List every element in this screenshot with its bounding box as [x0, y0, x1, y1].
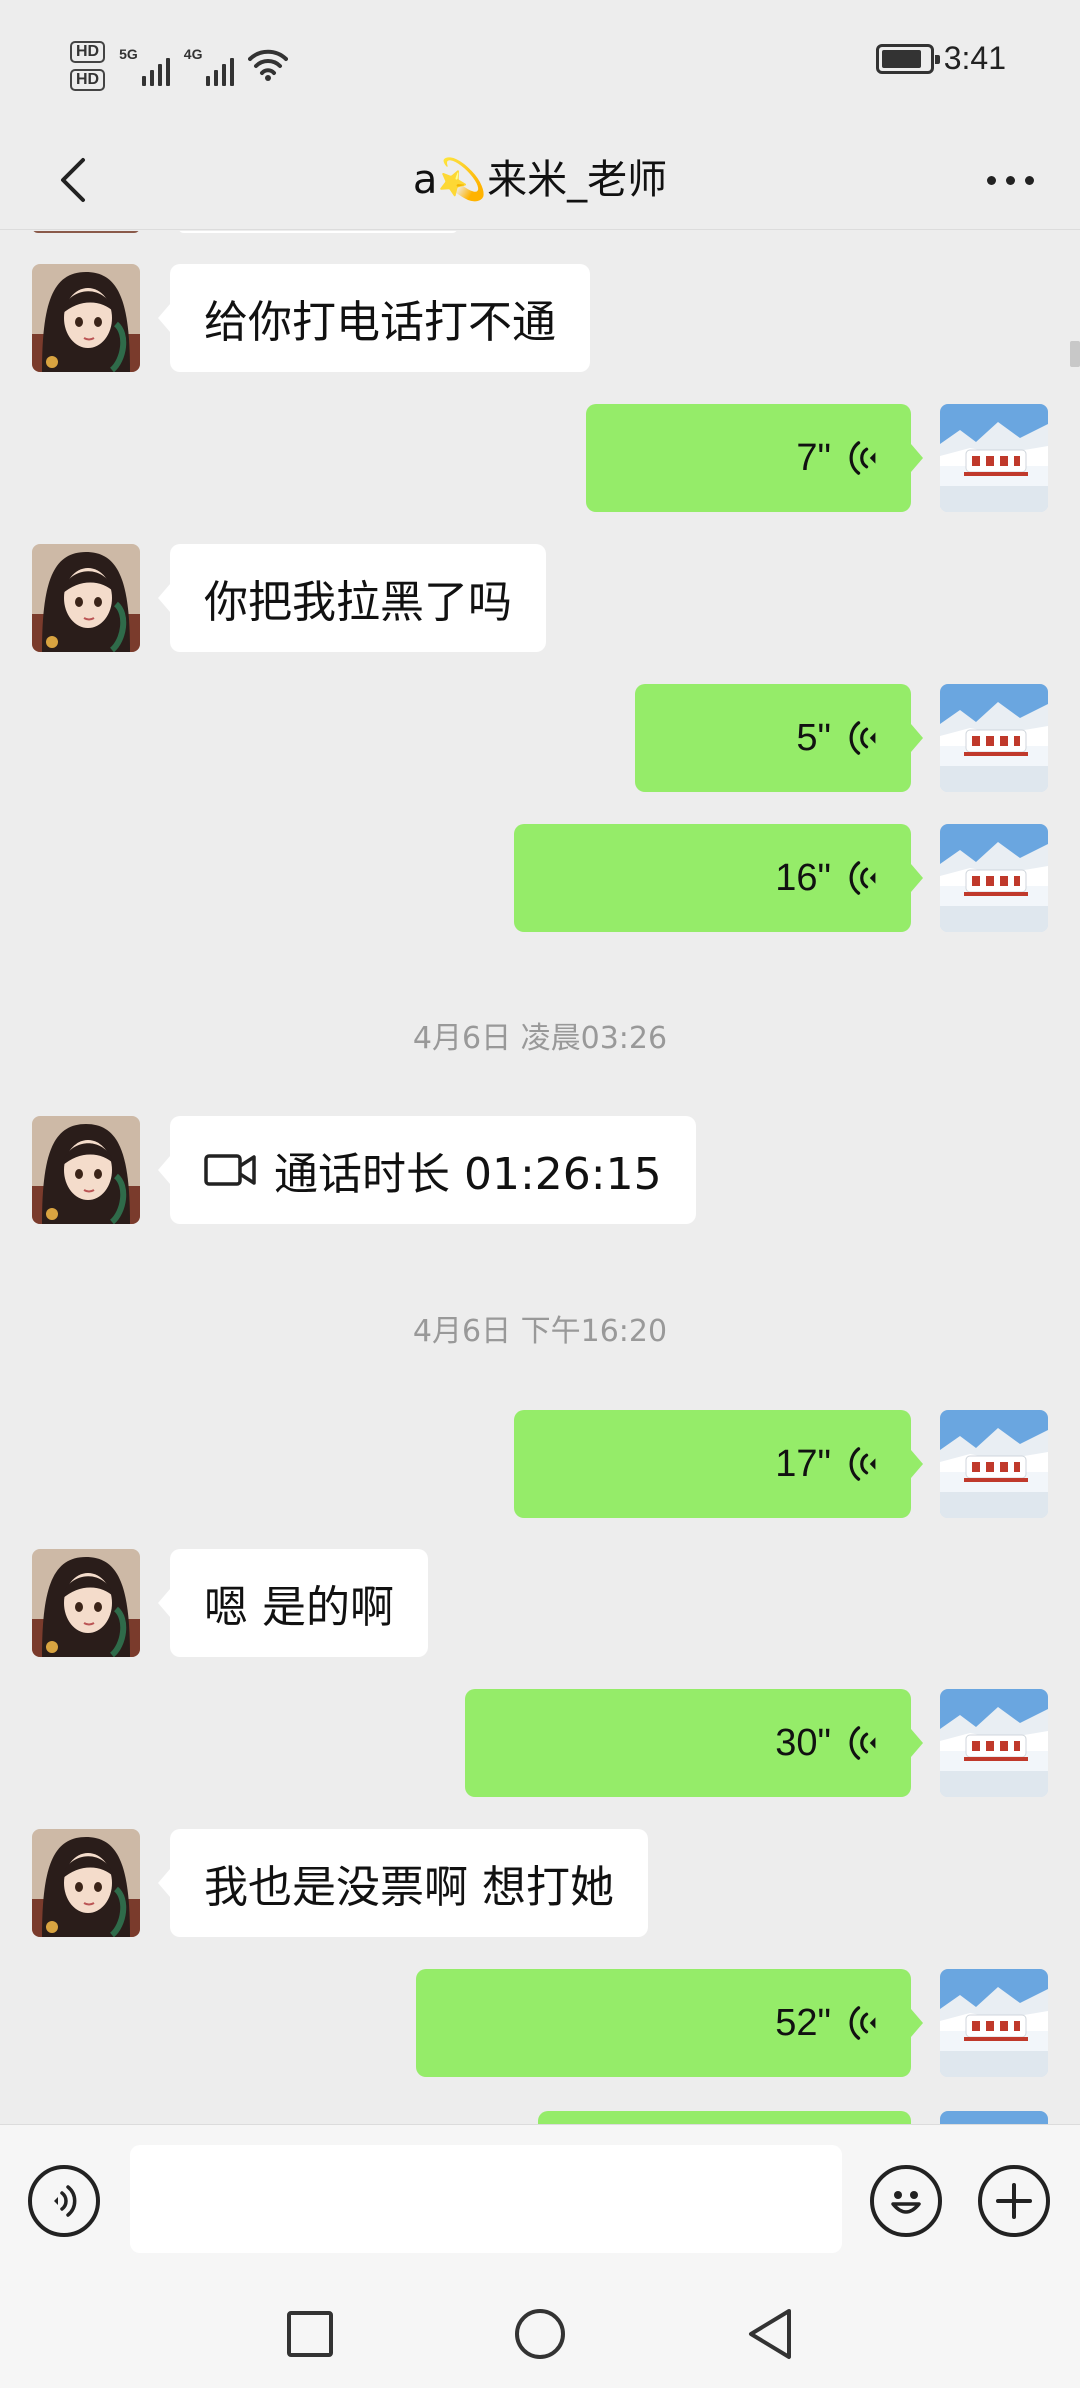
outgoing-voice-bubble[interactable]: 30": [465, 1689, 923, 1797]
voice-duration: 16": [775, 856, 831, 899]
message-list[interactable]: 给你打电话打不通 7" 你把我拉黑了吗 5" 16" 4月6日 凌晨03:26 …: [0, 231, 1080, 2124]
contact-avatar[interactable]: [32, 1116, 140, 1224]
back-nav-button[interactable]: [740, 2304, 800, 2364]
battery-icon: [875, 43, 940, 74]
contact-avatar[interactable]: [32, 1829, 140, 1937]
back-button[interactable]: [40, 148, 104, 212]
contact-avatar[interactable]: [32, 264, 140, 372]
timestamp: 4月6日 下午16:20: [412, 1314, 668, 1349]
signal-4g-icon: 4G: [184, 46, 235, 86]
status-bar: HD HD 5G 4G 3:41: [0, 0, 1080, 130]
message-text: 你把我拉黑了吗: [204, 577, 512, 628]
chevron-left-icon: [61, 158, 85, 202]
wifi-icon: [248, 47, 289, 85]
my-avatar[interactable]: [940, 1969, 1048, 2077]
voice-duration: 7": [796, 436, 831, 479]
video-call-record-bubble[interactable]: 通话时长 01:26:15: [158, 1116, 696, 1224]
input-bar: [0, 2124, 1080, 2276]
voice-playback-icon: [849, 856, 881, 900]
my-avatar[interactable]: [940, 404, 1048, 512]
voice-duration: 17": [775, 1442, 831, 1485]
outgoing-voice-bubble[interactable]: 5": [635, 684, 923, 792]
chat-title: a💫来米_老师: [412, 157, 668, 203]
outgoing-voice-bubble[interactable]: 7": [586, 404, 923, 512]
circle-icon: [515, 2309, 565, 2359]
voice-playback-icon: [849, 1721, 881, 1765]
chat-header: a💫来米_老师: [0, 130, 1080, 230]
battery-level: [881, 49, 921, 68]
my-avatar[interactable]: [940, 824, 1048, 932]
incoming-text-bubble[interactable]: 我也是没票啊 想打她: [158, 1829, 648, 1937]
square-icon: [287, 2311, 333, 2357]
more-dot: [1024, 175, 1034, 185]
voice-duration: 52": [775, 2001, 831, 2044]
outgoing-voice-bubble[interactable]: 52": [416, 1969, 923, 2077]
signal-5g-icon: 5G: [119, 46, 170, 86]
hd-badge-1: HD: [70, 41, 106, 63]
plus-icon: [996, 2183, 1032, 2219]
home-button[interactable]: [510, 2304, 570, 2364]
voice-playback-icon: [849, 2001, 881, 2045]
voice-playback-icon: [849, 1442, 881, 1486]
my-avatar[interactable]: [940, 1410, 1048, 1518]
outgoing-voice-bubble[interactable]: 16": [514, 824, 923, 932]
voice-playback-icon: [849, 436, 881, 480]
recents-button[interactable]: [280, 2304, 340, 2364]
status-indicators: HD HD 5G 4G: [70, 36, 289, 96]
hd-badges: HD HD: [70, 41, 106, 91]
message-text: 给你打电话打不通: [204, 297, 556, 348]
my-avatar[interactable]: [940, 684, 1048, 792]
triangle-back-icon: [749, 2309, 791, 2359]
voice-playback-icon: [849, 716, 881, 760]
previous-message-fragment: [178, 231, 458, 233]
message-input[interactable]: [130, 2145, 842, 2253]
network-4g-label: 4G: [183, 46, 203, 62]
network-5g-label: 5G: [119, 46, 138, 62]
scrollbar[interactable]: [1070, 341, 1080, 367]
emoji-button[interactable]: [870, 2165, 942, 2237]
timestamp: 4月6日 凌晨03:26: [412, 1021, 668, 1056]
message-text: 嗯 是的啊: [204, 1582, 394, 1633]
my-avatar[interactable]: [940, 2111, 1048, 2124]
more-dot: [1005, 175, 1015, 185]
voice-duration: 5": [796, 716, 831, 759]
more-button[interactable]: [970, 150, 1050, 210]
my-avatar[interactable]: [940, 1689, 1048, 1797]
outgoing-voice-bubble-partial[interactable]: [538, 2111, 911, 2124]
voice-duration: 30": [775, 1721, 831, 1764]
incoming-text-bubble[interactable]: 给你打电话打不通: [158, 264, 590, 372]
system-nav-bar: [0, 2276, 1080, 2388]
incoming-text-bubble[interactable]: 你把我拉黑了吗: [158, 544, 546, 652]
status-time: 3:41: [943, 40, 1006, 76]
more-dot: [986, 175, 996, 185]
video-call-icon: [204, 1154, 256, 1186]
contact-avatar[interactable]: [32, 1549, 140, 1657]
hd-badge-2: HD: [70, 69, 106, 91]
outgoing-voice-bubble[interactable]: 17": [514, 1410, 923, 1518]
status-right: 3:41: [875, 40, 1006, 77]
plus-button[interactable]: [978, 2165, 1050, 2237]
previous-avatar-fragment: [32, 231, 140, 233]
incoming-text-bubble[interactable]: 嗯 是的啊: [158, 1549, 428, 1657]
call-duration-text: 通话时长 01:26:15: [274, 1149, 662, 1200]
message-text: 我也是没票啊 想打她: [204, 1862, 614, 1913]
contact-avatar[interactable]: [32, 544, 140, 652]
voice-mode-button[interactable]: [28, 2165, 100, 2237]
emoji-icon: [891, 2191, 921, 2214]
voice-mode-icon: [54, 2185, 77, 2217]
